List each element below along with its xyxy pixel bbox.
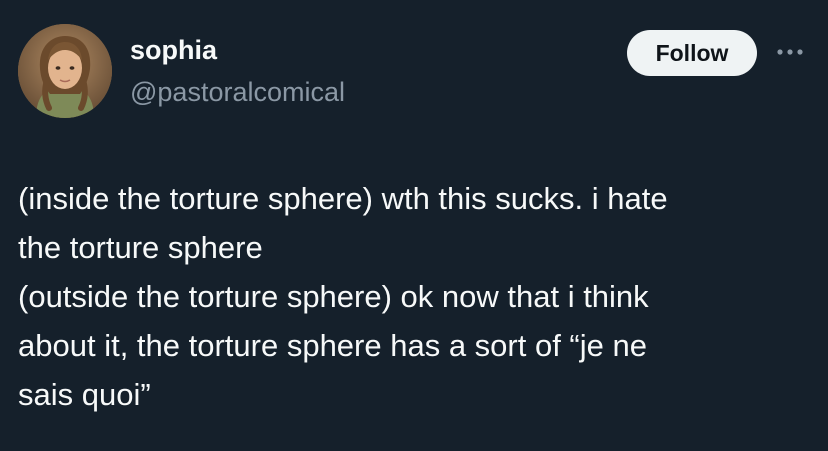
author-handle[interactable]: @pastoralcomical [130, 76, 345, 108]
tweet-text: (inside the torture sphere) wth this suc… [18, 174, 808, 419]
avatar[interactable] [18, 24, 112, 118]
more-options-button[interactable] [772, 38, 808, 66]
tweet-line: (inside the torture sphere) wth this suc… [18, 181, 668, 216]
ellipsis-icon [777, 49, 803, 55]
follow-button[interactable]: Follow [627, 30, 757, 76]
tweet-line: (outside the torture sphere) ok now that… [18, 279, 649, 314]
author-display-name[interactable]: sophia [130, 34, 217, 66]
tweet-line: about it, the torture sphere has a sort … [18, 328, 647, 363]
profile-photo-icon [18, 24, 112, 118]
tweet-line: sais quoi” [18, 377, 151, 412]
tweet-line: the torture sphere [18, 230, 263, 265]
